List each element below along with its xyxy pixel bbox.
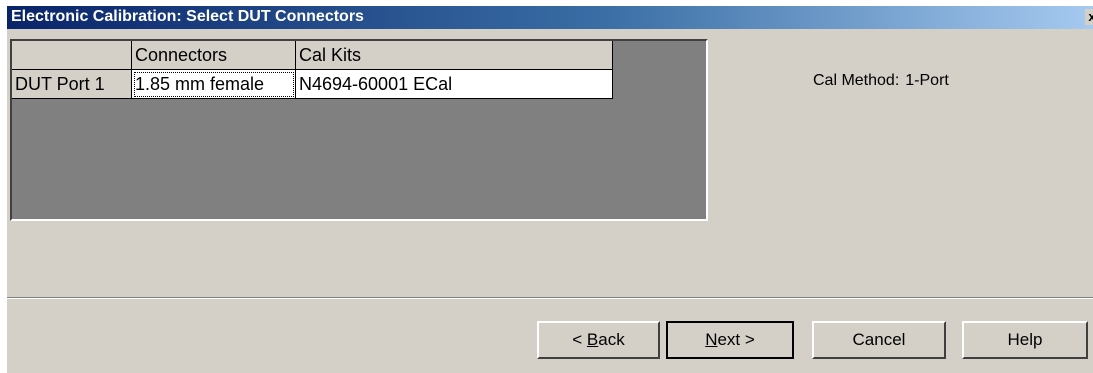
close-icon[interactable]: x [1085, 9, 1093, 25]
next-rest: ext > [717, 330, 755, 349]
cal-method-value: 1-Port [905, 72, 949, 89]
table-row: DUT Port 1 1.85 mm female N4694-60001 EC… [12, 69, 613, 99]
title-bar[interactable]: Electronic Calibration: Select DUT Conne… [7, 6, 1093, 29]
cal-method-info: Cal Method: 1-Port [813, 72, 949, 90]
help-button[interactable]: Help [962, 321, 1088, 359]
connector-grid: Connectors Cal Kits DUT Port 1 1.85 mm f… [10, 39, 708, 221]
cal-kit-cell[interactable]: N4694-60001 ECal [295, 69, 613, 99]
table-header-row: Connectors Cal Kits [12, 41, 613, 70]
back-button[interactable]: < Back [537, 321, 660, 359]
cancel-button[interactable]: Cancel [812, 321, 946, 359]
back-rest: ack [598, 330, 625, 349]
column-header-cal-kits[interactable]: Cal Kits [295, 41, 613, 70]
calibration-dialog: Electronic Calibration: Select DUT Conne… [7, 6, 1093, 373]
connector-table: Connectors Cal Kits DUT Port 1 1.85 mm f… [12, 41, 613, 99]
back-prefix: < [572, 330, 587, 349]
back-mnemonic: B [586, 330, 599, 349]
cal-method-label: Cal Method: [813, 72, 900, 89]
dialog-title: Electronic Calibration: Select DUT Conne… [11, 8, 364, 25]
connector-cell[interactable]: 1.85 mm female [131, 69, 296, 99]
corner-header [12, 41, 132, 70]
row-header-port: DUT Port 1 [12, 69, 132, 99]
next-button[interactable]: Next > [666, 321, 794, 359]
next-mnemonic: N [705, 330, 718, 349]
column-header-connectors[interactable]: Connectors [131, 41, 296, 70]
divider-highlight [7, 298, 1093, 299]
